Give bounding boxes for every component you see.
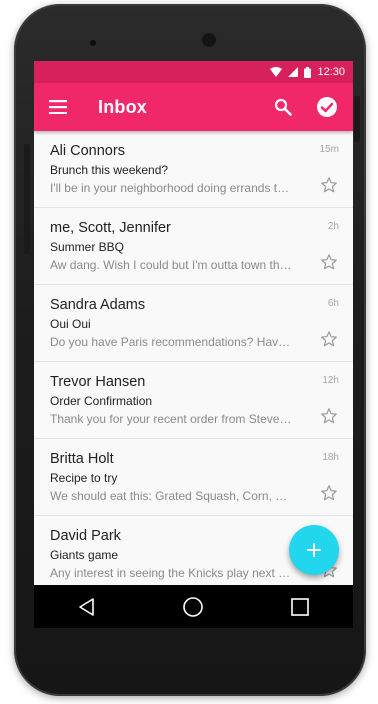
navigation-bar	[34, 585, 353, 628]
page-title: Inbox	[98, 96, 147, 117]
wifi-icon	[270, 67, 283, 77]
email-time: 15m	[319, 144, 339, 155]
email-preview: I'll be in your neighborhood doing erran…	[50, 181, 292, 195]
front-camera	[90, 40, 96, 46]
email-time: 2h	[327, 221, 339, 232]
email-sender: me, Scott, Jennifer	[50, 220, 171, 236]
email-preview: Thank you for your recent order from Ste…	[50, 412, 292, 426]
star-icon[interactable]	[319, 406, 339, 426]
email-preview: Do you have Paris recommendations? Have …	[50, 335, 292, 349]
screen: 12:30 Inbox Ali Connors Brunch this week…	[34, 61, 353, 628]
email-item[interactable]: Ali Connors Brunch this weekend? I'll be…	[34, 131, 353, 208]
email-time: 18h	[322, 452, 339, 463]
battery-icon	[304, 66, 312, 78]
app-bar: Inbox	[34, 83, 353, 131]
email-item[interactable]: Sandra Adams Oui Oui Do you have Paris r…	[34, 285, 353, 362]
email-preview: Any interest in seeing the Knicks play n…	[50, 566, 292, 580]
back-icon[interactable]	[63, 587, 111, 627]
email-preview: Aw dang. Wish I could but I'm outta town…	[50, 258, 292, 272]
star-icon[interactable]	[319, 329, 339, 349]
email-item[interactable]: Trevor Hansen Order Confirmation Thank y…	[34, 362, 353, 439]
email-sender: Trevor Hansen	[50, 374, 146, 390]
email-subject: Summer BBQ	[50, 240, 125, 254]
status-bar: 12:30	[34, 61, 353, 83]
search-icon[interactable]	[261, 83, 305, 131]
email-subject: Order Confirmation	[50, 394, 153, 408]
phone-power-button	[354, 96, 360, 142]
email-item[interactable]: me, Scott, Jennifer Summer BBQ Aw dang. …	[34, 208, 353, 285]
status-time: 12:30	[317, 66, 345, 78]
menu-icon[interactable]	[34, 83, 82, 131]
email-time: 12h	[322, 375, 339, 386]
email-sender: Sandra Adams	[50, 297, 146, 313]
email-subject: Recipe to try	[50, 471, 118, 485]
proximity-sensor	[314, 40, 319, 45]
star-icon[interactable]	[319, 483, 339, 503]
signal-icon	[288, 67, 299, 77]
recents-icon[interactable]	[276, 587, 324, 627]
home-icon[interactable]	[169, 587, 217, 627]
email-time: 6h	[327, 298, 339, 309]
compose-button[interactable]	[289, 525, 339, 575]
email-sender: David Park	[50, 528, 121, 544]
earpiece-speaker	[200, 31, 218, 49]
email-subject: Oui Oui	[50, 317, 91, 331]
email-sender: Britta Holt	[50, 451, 114, 467]
email-preview: We should eat this: Grated Squash, Corn,…	[50, 489, 292, 503]
check-circle-icon[interactable]	[305, 83, 349, 131]
star-icon[interactable]	[319, 175, 339, 195]
email-sender: Ali Connors	[50, 143, 125, 159]
email-item[interactable]: Britta Holt Recipe to try We should eat …	[34, 439, 353, 516]
light-sensor	[327, 40, 332, 45]
email-subject: Brunch this weekend?	[50, 163, 169, 177]
email-list[interactable]: Ali Connors Brunch this weekend? I'll be…	[34, 131, 353, 585]
phone-volume-button	[24, 144, 30, 254]
plus-icon	[307, 543, 321, 557]
email-subject: Giants game	[50, 548, 119, 562]
star-icon[interactable]	[319, 252, 339, 272]
